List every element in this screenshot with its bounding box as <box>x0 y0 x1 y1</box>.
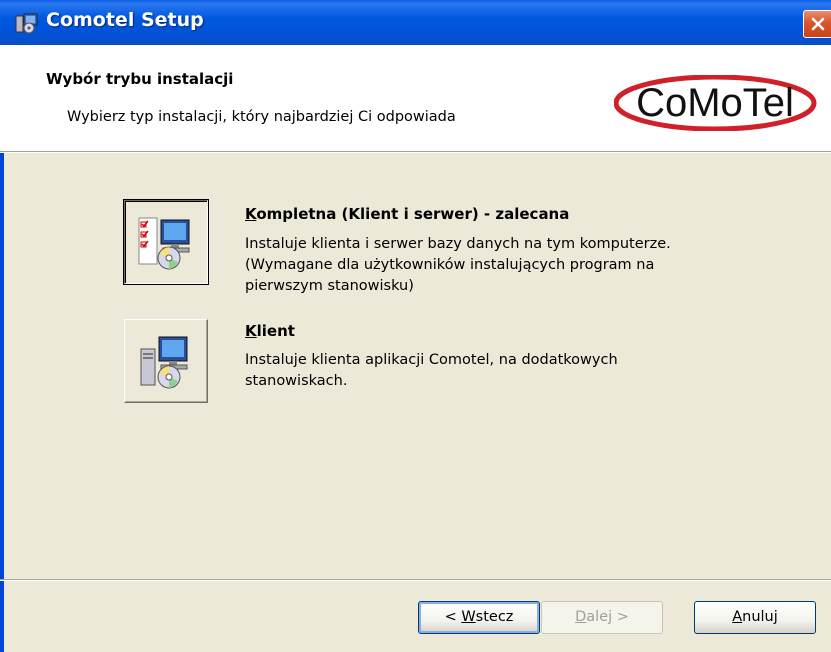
client-install-button[interactable] <box>124 319 208 403</box>
next-button-label: alej > <box>586 609 629 625</box>
description-line: Instaluje klienta aplikacji Comotel, na … <box>245 352 618 368</box>
client-install-mnemonic: K <box>245 322 257 340</box>
back-button[interactable]: < Wstecz <box>418 601 540 634</box>
client-install-title[interactable]: Klient <box>245 322 295 340</box>
back-button-mnemonic: W <box>461 609 476 625</box>
complete-install-description: Instaluje klienta i serwer bazy danych n… <box>245 234 671 297</box>
complete-install-mnemonic: K <box>245 205 257 223</box>
complete-install-title[interactable]: Kompletna (Klient i serwer) - zalecana <box>245 205 569 223</box>
complete-install-button[interactable] <box>123 199 209 285</box>
close-button[interactable] <box>803 10 831 38</box>
title-bar[interactable]: Comotel Setup <box>0 0 831 45</box>
complete-install-icon <box>138 217 190 270</box>
cancel-button[interactable]: Anuluj <box>694 601 816 634</box>
description-line: (Wymagane dla użytkowników instalujących… <box>245 257 655 273</box>
page-title: Wybór trybu instalacji <box>46 70 234 88</box>
client-install-title-text: lient <box>256 322 295 340</box>
page-subtitle: Wybierz typ instalacji, który najbardzie… <box>67 109 456 125</box>
setup-app-icon <box>15 12 39 34</box>
complete-install-title-text: ompletna (Klient i serwer) - zalecana <box>256 205 570 223</box>
back-button-label: stecz <box>475 609 514 625</box>
cancel-button-label: nuluj <box>742 609 778 625</box>
header-banner: Wybór trybu instalacji Wybierz typ insta… <box>0 45 831 152</box>
back-button-prefix: < <box>444 609 462 625</box>
next-button-mnemonic: D <box>575 609 587 625</box>
description-line: stanowiskach. <box>245 373 348 389</box>
svg-text:CoMoTel: CoMoTel <box>636 81 794 125</box>
close-icon <box>811 17 825 31</box>
next-button[interactable]: Dalej > <box>541 601 663 634</box>
cancel-button-mnemonic: A <box>732 609 743 625</box>
description-line: pierwszym stanowisku) <box>245 278 414 294</box>
description-line: Instaluje klienta i serwer bazy danych n… <box>245 236 671 252</box>
client-install-icon <box>140 336 188 389</box>
banner-divider <box>0 152 831 153</box>
window-title: Comotel Setup <box>46 9 204 31</box>
client-install-description: Instaluje klienta aplikacji Comotel, na … <box>245 350 618 392</box>
comotel-logo: CoMoTel <box>614 75 817 131</box>
footer-divider-highlight <box>0 580 831 581</box>
